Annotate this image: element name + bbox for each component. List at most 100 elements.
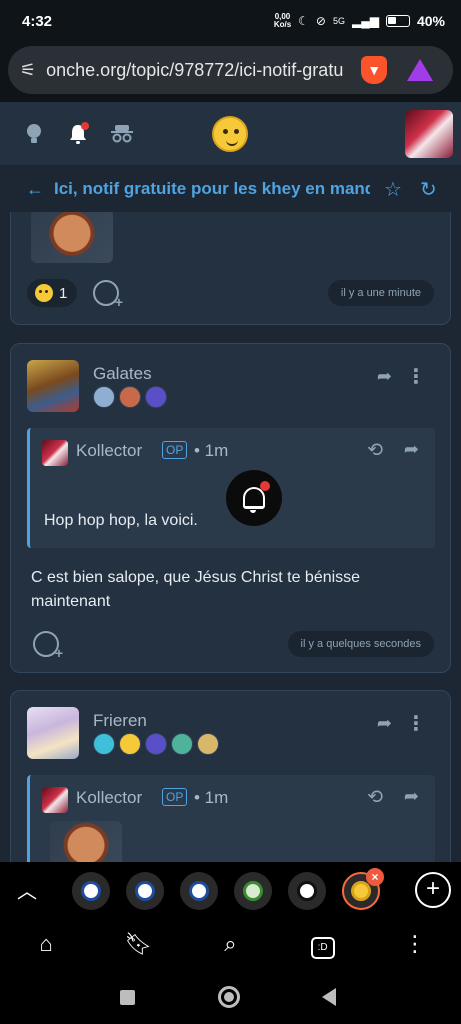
net-speed: 0,00 Ko/s	[274, 13, 291, 29]
home-button-icon[interactable]	[218, 986, 240, 1008]
url-text[interactable]: onche.org/topic/978772/ici-notif-gratu	[46, 60, 351, 81]
menu-icon[interactable]: ⋮	[395, 931, 435, 957]
tab-favicon[interactable]	[72, 872, 110, 910]
lightbulb-icon[interactable]	[22, 122, 46, 146]
share-icon[interactable]: ➦	[404, 786, 419, 807]
robot-badge-icon	[171, 733, 193, 755]
quote-author[interactable]: Kollector	[76, 441, 142, 461]
brave-lion-icon[interactable]: ▼	[361, 56, 388, 84]
post-author[interactable]: Galates	[93, 364, 152, 384]
more-options-icon[interactable]: ⋮	[406, 364, 426, 389]
diamond-badge-icon	[93, 733, 115, 755]
incognito-icon[interactable]	[110, 122, 134, 146]
add-reaction-icon[interactable]	[93, 280, 123, 310]
battery-icon	[385, 15, 410, 27]
reaction-pill[interactable]: 1	[27, 279, 78, 307]
signal-icon: ▂▄▆	[352, 14, 379, 28]
site-favicon-icon	[297, 881, 317, 901]
brave-rewards-icon[interactable]	[407, 59, 434, 81]
mute-icon: ⊘	[315, 14, 326, 28]
moon-badge-icon	[145, 733, 167, 755]
reaction-count: 1	[59, 284, 68, 302]
author-badges	[93, 733, 219, 755]
tune-icon[interactable]: ⚟	[20, 60, 36, 81]
author-badges	[93, 386, 167, 408]
avatar[interactable]	[42, 440, 68, 466]
add-reaction-icon[interactable]	[33, 631, 63, 661]
back-icon[interactable]	[322, 988, 336, 1006]
quote-time: • 1m	[194, 788, 229, 807]
status-bar: 4:32 0,00 Ko/s ☾ ⊘ 5G ▂▄▆ 40%	[0, 0, 461, 42]
chevron-up-icon[interactable]: ︿	[0, 875, 54, 904]
history-icon[interactable]: ⟲	[367, 786, 383, 809]
share-icon[interactable]: ➦	[404, 439, 419, 460]
home-icon[interactable]: ⌂	[26, 931, 66, 957]
avatar[interactable]	[27, 707, 79, 759]
network-label: 5G	[332, 16, 345, 26]
battery-percent: 40%	[416, 13, 445, 29]
refresh-icon[interactable]: ↻	[420, 177, 437, 202]
quote-time: • 1m	[194, 441, 229, 460]
recents-icon[interactable]	[120, 990, 135, 1005]
notification-dot	[81, 121, 89, 130]
post-timestamp: il y a quelques secondes	[287, 631, 434, 657]
browser-bottom-nav: ⌂ 🔖︎ ⌕ :D ⋮	[0, 916, 461, 972]
tabs-button[interactable]: :D	[303, 930, 343, 959]
tab-strip: ︿ × +	[0, 862, 461, 916]
tab-favicon[interactable]	[234, 872, 272, 910]
more-options-icon[interactable]: ⋮	[406, 711, 426, 736]
avatar[interactable]	[27, 360, 79, 412]
sticker-image	[31, 212, 113, 263]
moon-badge-icon	[145, 386, 167, 408]
net-speed-unit: Ko/s	[273, 20, 292, 29]
topic-title[interactable]: Ici, notif gratuite pour les khey en man…	[54, 179, 370, 199]
tabs-count-label: :D	[310, 936, 335, 959]
smiley-badge-icon	[119, 733, 141, 755]
bookmark-icon[interactable]: 🔖︎	[118, 931, 158, 957]
onche-smiley-logo[interactable]	[212, 116, 248, 152]
status-time: 4:32	[22, 12, 53, 30]
android-nav-bar	[0, 972, 461, 1024]
bell-icon[interactable]	[66, 121, 90, 146]
user-avatar[interactable]	[405, 110, 453, 158]
onche-smiley-icon	[351, 881, 371, 901]
new-tab-button[interactable]: +	[415, 872, 451, 908]
site-favicon-icon	[135, 881, 155, 901]
smiley-reaction-icon	[35, 284, 53, 302]
active-tab-favicon[interactable]: ×	[342, 868, 384, 910]
face-badge-icon	[119, 386, 141, 408]
site-header	[0, 102, 461, 166]
share-icon[interactable]: ➦	[377, 713, 392, 734]
op-badge: OP	[162, 788, 188, 806]
url-bar[interactable]: ⚟ onche.org/topic/978772/ici-notif-gratu…	[8, 46, 453, 94]
tab-favicon[interactable]	[288, 872, 326, 910]
browser-toolbar: ⚟ onche.org/topic/978772/ici-notif-gratu…	[0, 42, 461, 102]
post-body: C est bien salope, que Jésus Christ te b…	[31, 569, 361, 610]
post-timestamp: il y a une minute	[327, 280, 434, 306]
avatar[interactable]	[42, 787, 68, 813]
post-card: Frieren ➦ ⋮ Kollector OP • 1m ⟲ ➦	[10, 690, 451, 862]
post-card: 1 il y a une minute	[10, 212, 451, 325]
tab-favicon[interactable]	[126, 872, 164, 910]
topic-title-bar: ← Ici, notif gratuite pour les khey en m…	[0, 166, 461, 212]
quoted-post: Kollector OP • 1m ⟲ ➦	[27, 775, 435, 862]
floating-notification-button[interactable]	[226, 470, 282, 526]
sticker-image	[50, 821, 122, 862]
post-author[interactable]: Frieren	[93, 711, 147, 731]
star-icon[interactable]: ☆	[384, 177, 402, 202]
site-favicon-icon	[81, 881, 101, 901]
site-favicon-icon	[243, 881, 263, 901]
post-feed: 1 il y a une minute Galates ➦ ⋮ Kollecto…	[0, 212, 461, 862]
history-icon[interactable]: ⟲	[367, 439, 383, 462]
moon-icon: ☾	[298, 14, 309, 28]
quote-text: Hop hop hop, la voici.	[44, 512, 198, 529]
search-icon[interactable]: ⌕	[210, 931, 250, 957]
site-favicon-icon	[189, 881, 209, 901]
tab-favicon[interactable]	[180, 872, 218, 910]
share-icon[interactable]: ➦	[377, 366, 392, 387]
notification-dot	[260, 481, 270, 491]
back-arrow-icon[interactable]: ←	[26, 179, 44, 200]
close-tab-icon[interactable]: ×	[366, 868, 384, 886]
star-badge-icon	[93, 386, 115, 408]
quote-author[interactable]: Kollector	[76, 788, 142, 808]
